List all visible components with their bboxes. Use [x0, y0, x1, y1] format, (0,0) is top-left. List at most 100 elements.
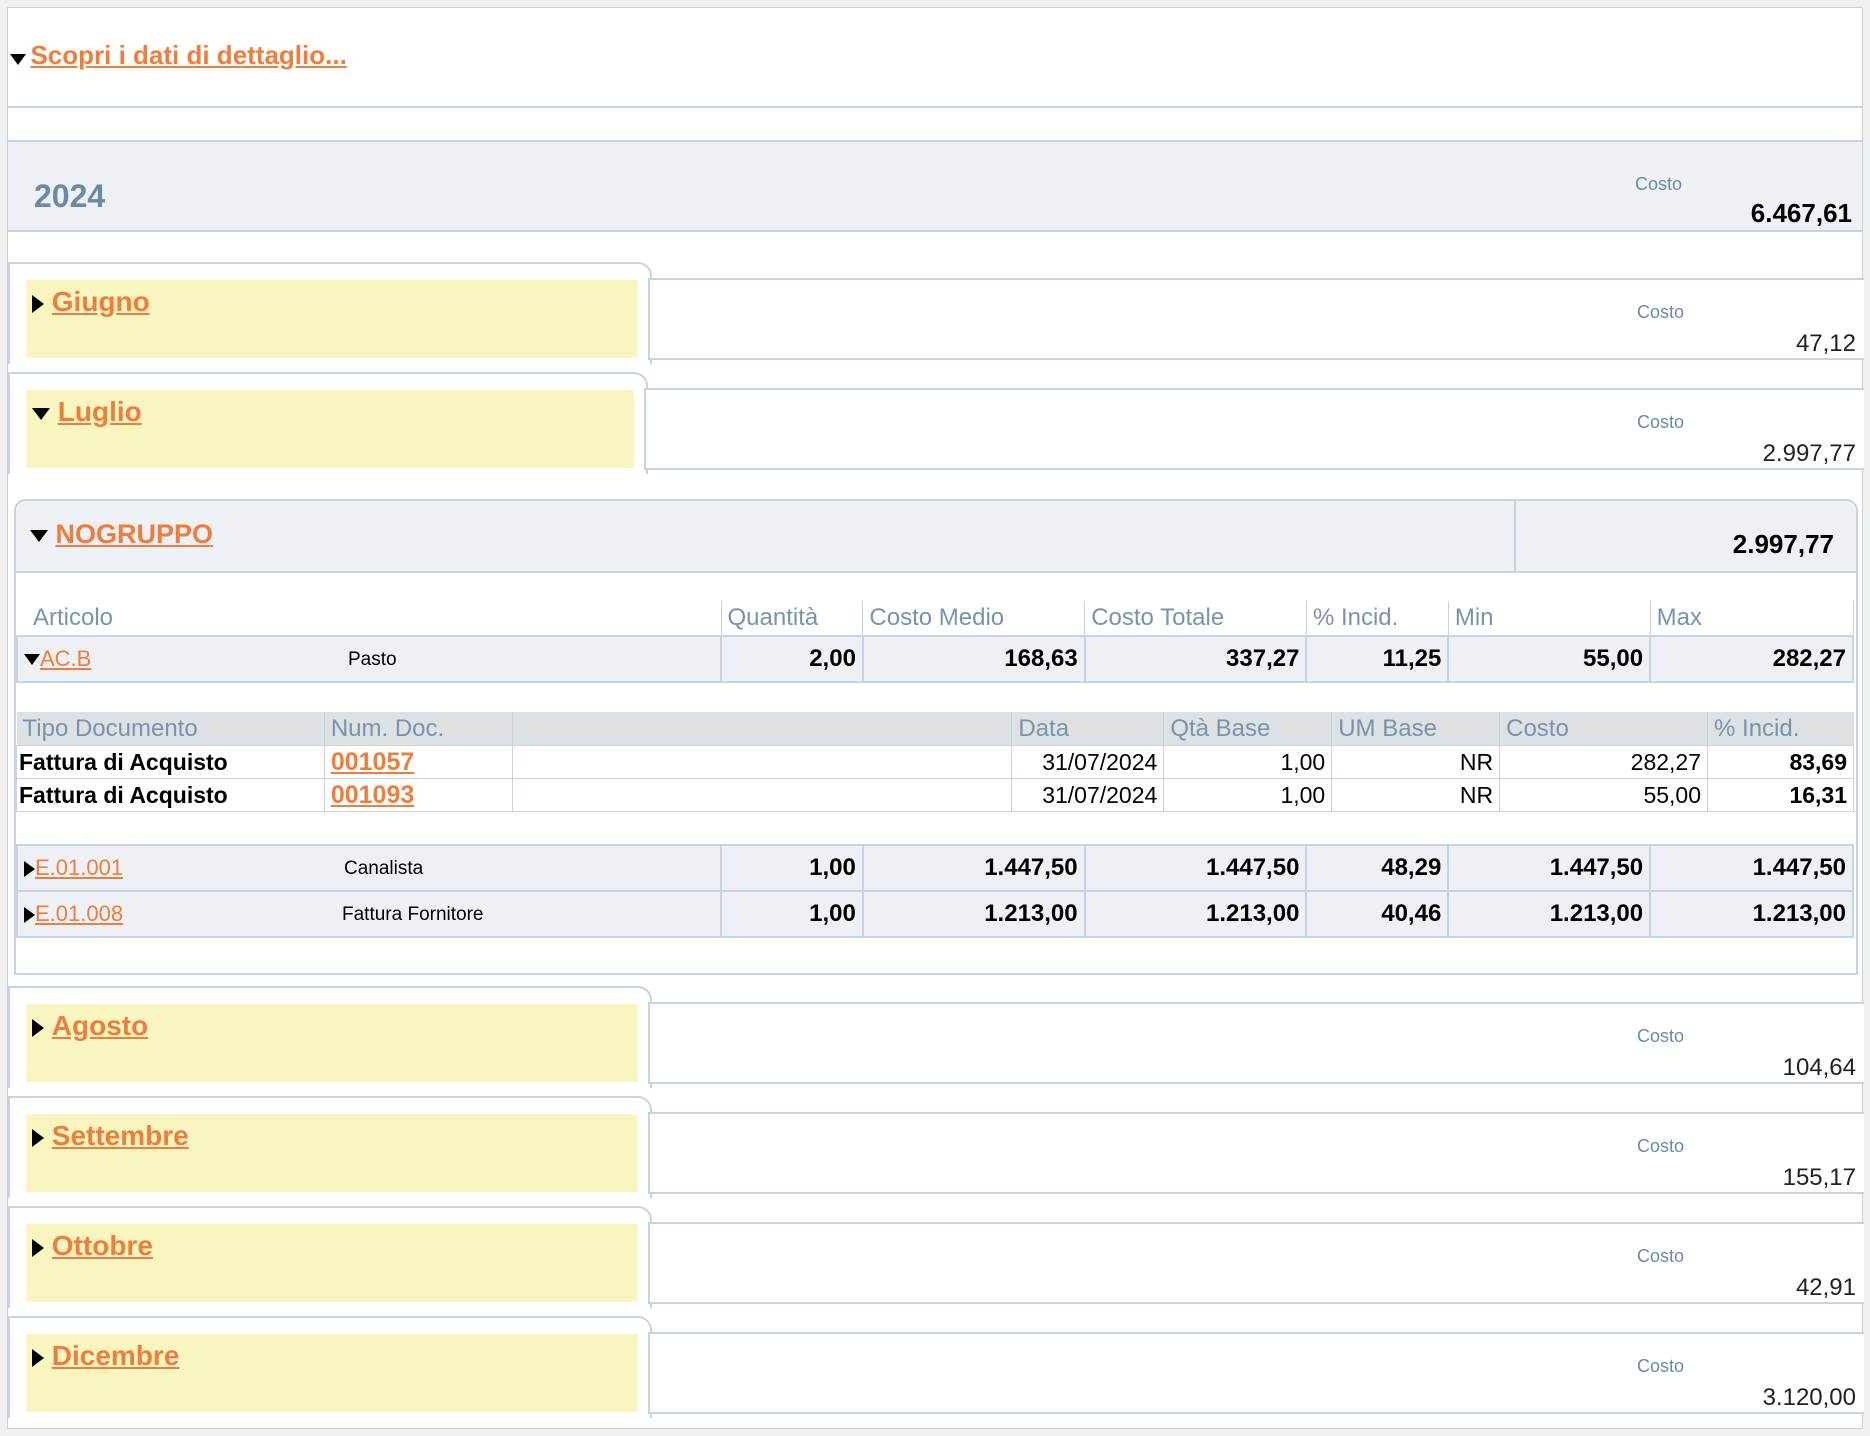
month-cost-box: Costo 47,12 — [648, 278, 1864, 360]
table-row: E.01.001 Canalista 1,00 1.447,50 1.447,5… — [16, 844, 1854, 892]
doc-date: 31/07/2024 — [1011, 778, 1165, 812]
article-link[interactable]: AC.B — [40, 646, 91, 671]
expand-arrow-icon — [32, 294, 44, 313]
group-panel-nogruppo: NOGRUPPO 2.997,77 Articolo Quantità Cost… — [14, 499, 1858, 975]
cell: 1.213,00 — [861, 890, 1086, 938]
column-header: Qtà Base — [1163, 712, 1333, 746]
details-toggle[interactable]: Scopri i dati di dettaglio... — [10, 40, 347, 71]
doc-incid: 83,69 — [1707, 745, 1854, 779]
table-row: Fattura di Acquisto 001093 31/07/2024 1,… — [16, 778, 1854, 812]
cell: 1.447,50 — [861, 844, 1086, 892]
expand-arrow-icon[interactable] — [24, 860, 35, 877]
year-cost-label: Costo — [1634, 174, 1682, 194]
month-toggle-dicembre[interactable]: Dicembre — [32, 1340, 179, 1372]
article-desc: Canalista — [344, 858, 424, 879]
documents-table: Tipo Documento Num. Doc. Data Qtà Base U… — [16, 712, 1854, 812]
doc-um: NR — [1331, 778, 1501, 812]
month-cost-box: Costo 3.120,00 — [648, 1332, 1864, 1414]
column-header: Num. Doc. — [324, 712, 513, 746]
cost-value: 47,12 — [1795, 330, 1856, 357]
month-cost-box: Costo 2.997,77 — [644, 388, 1864, 470]
column-header: Min — [1448, 601, 1651, 637]
month-row-luglio: Luglio Costo 2.997,77 — [8, 372, 1864, 474]
table-header-row: Articolo Quantità Costo Medio Costo Tota… — [17, 601, 1854, 637]
table-header-row: Tipo Documento Num. Doc. Data Qtà Base U… — [16, 712, 1854, 746]
table-row: E.01.008 Fattura Fornitore 1,00 1.213,00… — [16, 890, 1854, 938]
year-band: 2024 Costo 6.467,61 — [8, 140, 1862, 232]
column-header — [512, 712, 1013, 746]
month-link-settembre[interactable]: Settembre — [52, 1120, 189, 1151]
doc-um: NR — [1331, 745, 1501, 779]
expand-arrow-icon — [32, 1128, 44, 1147]
cost-label: Costo — [1636, 1026, 1684, 1046]
article-link[interactable]: E.01.001 — [35, 855, 123, 880]
cell: 1.213,00 — [1447, 890, 1652, 938]
month-cost-box: Costo 155,17 — [648, 1112, 1864, 1194]
cost-value: 104,64 — [1782, 1054, 1856, 1081]
month-row-giugno: Giugno Costo 47,12 — [8, 262, 1864, 364]
group-link[interactable]: NOGRUPPO — [56, 519, 214, 549]
article-desc: Fattura Fornitore — [342, 904, 484, 925]
column-header: Costo — [1499, 712, 1709, 746]
doc-qty: 1,00 — [1163, 778, 1333, 812]
cost-label: Costo — [1636, 1136, 1684, 1156]
cell: 40,46 — [1305, 890, 1450, 938]
doc-cost: 282,27 — [1499, 745, 1709, 779]
doc-qty: 1,00 — [1163, 745, 1333, 779]
month-toggle-agosto[interactable]: Agosto — [32, 1010, 148, 1042]
cost-value: 2.997,77 — [1762, 440, 1856, 467]
collapse-arrow-icon — [32, 407, 50, 420]
group-header: NOGRUPPO 2.997,77 — [16, 501, 1856, 573]
doc-date: 31/07/2024 — [1011, 745, 1165, 779]
column-header: % Incid. — [1306, 601, 1449, 637]
column-header: Quantità — [721, 601, 864, 637]
doc-number-link[interactable]: 001093 — [331, 781, 414, 809]
month-toggle-ottobre[interactable]: Ottobre — [32, 1230, 153, 1262]
cell: 1.447,50 — [1447, 844, 1652, 892]
article-cell: E.01.008 Fattura Fornitore — [16, 890, 722, 938]
column-header: Costo Medio — [862, 601, 1086, 637]
month-cost-box: Costo 42,91 — [648, 1222, 1864, 1304]
month-toggle-luglio[interactable]: Luglio — [32, 396, 142, 428]
article-cell: E.01.001 Canalista — [16, 844, 722, 892]
doc-number-link[interactable]: 001057 — [331, 748, 414, 776]
month-link-dicembre[interactable]: Dicembre — [52, 1340, 180, 1371]
expand-arrow-icon[interactable] — [24, 906, 35, 923]
collapse-arrow-icon[interactable] — [24, 654, 40, 666]
details-link[interactable]: Scopri i dati di dettaglio... — [30, 40, 346, 70]
collapse-arrow-icon — [10, 54, 26, 66]
cell: 1.213,00 — [1083, 890, 1308, 938]
cost-value: 42,91 — [1795, 1274, 1856, 1301]
month-row-agosto: Agosto Costo 104,64 — [8, 986, 1864, 1088]
divider — [1514, 501, 1516, 571]
article-link[interactable]: E.01.008 — [35, 901, 123, 926]
cell: 1.213,00 — [1649, 890, 1854, 938]
expand-arrow-icon — [32, 1018, 44, 1037]
cell: 1.447,50 — [1649, 844, 1854, 892]
column-header: Data — [1011, 712, 1165, 746]
cost-value: 3.120,00 — [1762, 1384, 1856, 1411]
column-header: UM Base — [1331, 712, 1501, 746]
cost-label: Costo — [1636, 1356, 1684, 1376]
doc-incid: 16,31 — [1707, 778, 1854, 812]
group-toggle[interactable]: NOGRUPPO — [30, 519, 213, 550]
month-link-agosto[interactable]: Agosto — [52, 1010, 148, 1041]
month-link-ottobre[interactable]: Ottobre — [52, 1230, 153, 1261]
table-row: Fattura di Acquisto 001057 31/07/2024 1,… — [16, 745, 1854, 779]
collapse-arrow-icon — [30, 529, 48, 542]
month-toggle-giugno[interactable]: Giugno — [32, 286, 150, 318]
cell: 337,27 — [1083, 635, 1308, 683]
cell — [511, 778, 1013, 812]
month-toggle-settembre[interactable]: Settembre — [32, 1120, 189, 1152]
month-link-luglio[interactable]: Luglio — [58, 396, 142, 427]
month-row-dicembre: Dicembre Costo 3.120,00 — [8, 1316, 1864, 1418]
doc-type: Fattura di Acquisto — [16, 745, 325, 779]
cell: 11,25 — [1305, 635, 1450, 683]
month-cost-box: Costo 104,64 — [648, 1002, 1864, 1084]
divider — [8, 106, 1862, 108]
month-link-giugno[interactable]: Giugno — [52, 286, 150, 317]
cost-value: 155,17 — [1782, 1164, 1856, 1191]
cell: 1,00 — [719, 844, 864, 892]
column-header: Max — [1650, 601, 1854, 637]
article-cell: AC.B Pasto — [16, 635, 722, 683]
